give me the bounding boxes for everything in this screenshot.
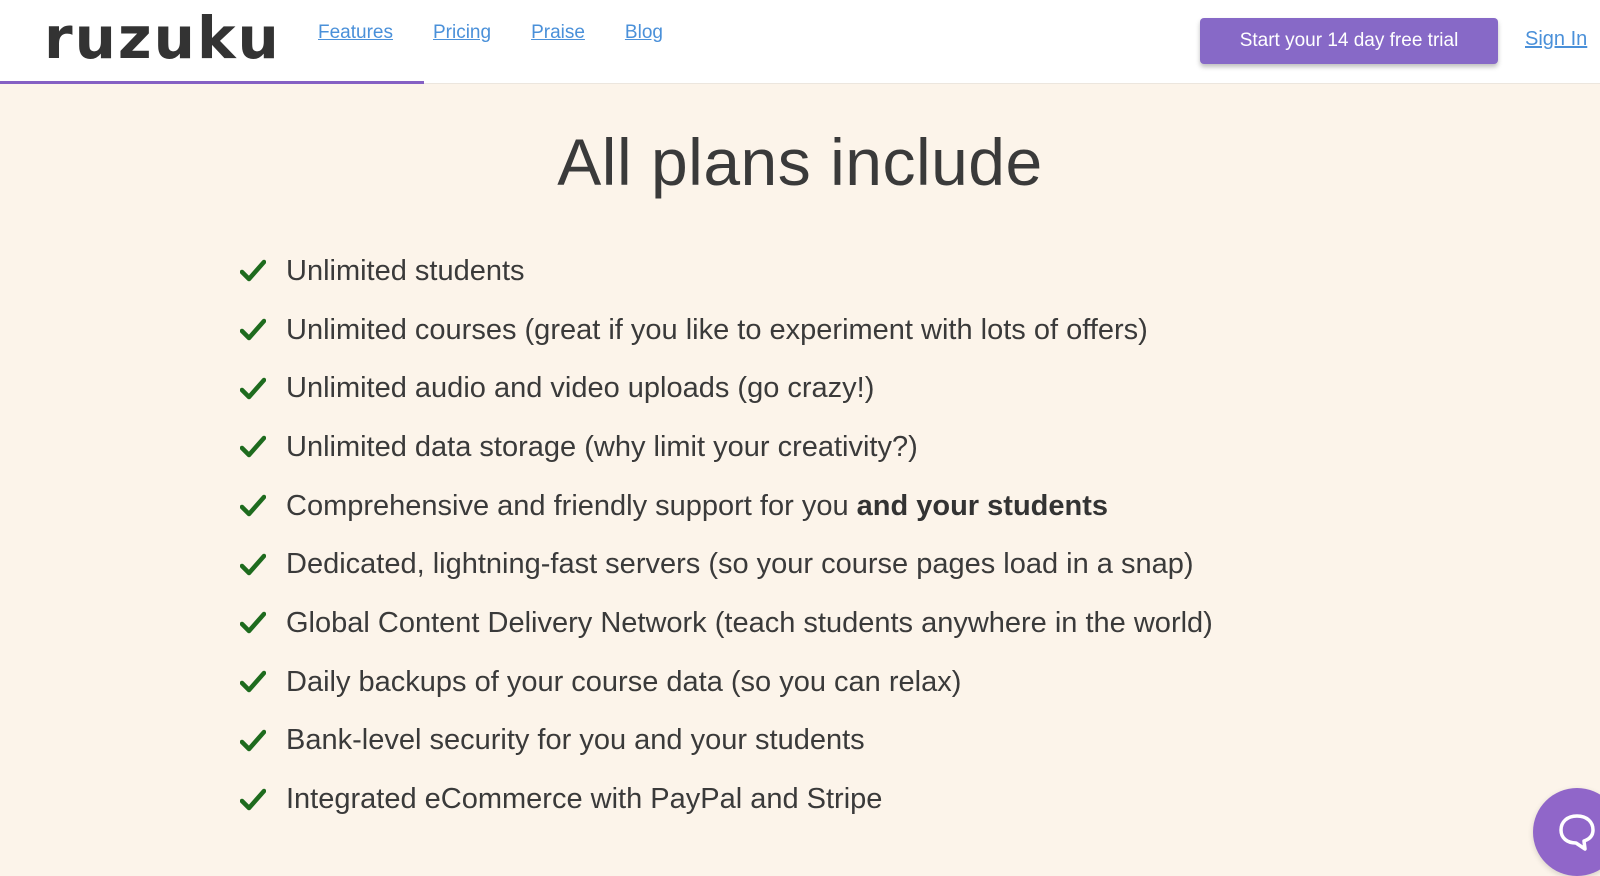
- feature-item: Daily backups of your course data (so yo…: [240, 653, 1213, 712]
- feature-text: Global Content Delivery Network (teach s…: [286, 606, 1213, 639]
- feature-item: Comprehensive and friendly support for y…: [240, 477, 1213, 536]
- feature-item: Global Content Delivery Network (teach s…: [240, 594, 1213, 653]
- feature-list: Unlimited students Unlimited courses (gre…: [240, 242, 1213, 829]
- checkmark-icon: [240, 553, 286, 577]
- feature-item: Unlimited students: [240, 242, 1213, 301]
- feature-text: Unlimited data storage (why limit your c…: [286, 430, 918, 463]
- feature-text: Integrated eCommerce with PayPal and Str…: [286, 783, 883, 816]
- checkmark-icon: [240, 377, 286, 401]
- feature-item: Bank-level security for you and your stu…: [240, 712, 1213, 771]
- checkmark-icon: [240, 670, 286, 694]
- feature-text: Comprehensive and friendly support for y…: [286, 489, 857, 522]
- checkmark-icon: [240, 788, 286, 812]
- main-nav: Features Pricing Praise Blog: [318, 22, 663, 44]
- checkmark-icon: [240, 318, 286, 342]
- chat-bubble-icon: [1559, 814, 1595, 851]
- feature-text: Unlimited courses (great if you like to …: [286, 313, 1148, 346]
- logo[interactable]: ruzuku: [44, 4, 281, 72]
- feature-text: Daily backups of your course data (so yo…: [286, 665, 962, 698]
- feature-text-emphasis: and your students: [856, 489, 1108, 522]
- feature-text: Unlimited audio and video uploads (go cr…: [286, 372, 875, 405]
- feature-text: Bank-level security for you and your stu…: [286, 724, 865, 757]
- scroll-progress-bar: [0, 81, 424, 84]
- feature-text: Dedicated, lightning-fast servers (so yo…: [286, 548, 1194, 581]
- checkmark-icon: [240, 259, 286, 283]
- page-title: All plans include: [557, 125, 1043, 199]
- feature-item: Unlimited courses (great if you like to …: [240, 301, 1213, 360]
- feature-item: Unlimited data storage (why limit your c…: [240, 418, 1213, 477]
- checkmark-icon: [240, 611, 286, 635]
- nav-link-pricing[interactable]: Pricing: [433, 22, 491, 44]
- feature-item: Integrated eCommerce with PayPal and Str…: [240, 770, 1213, 829]
- start-trial-button[interactable]: Start your 14 day free trial: [1200, 18, 1498, 64]
- site-header: ruzuku Features Pricing Praise Blog Star…: [0, 0, 1600, 84]
- checkmark-icon: [240, 494, 286, 518]
- feature-text: Unlimited students: [286, 254, 525, 287]
- feature-item: Unlimited audio and video uploads (go cr…: [240, 359, 1213, 418]
- feature-item: Dedicated, lightning-fast servers (so yo…: [240, 535, 1213, 594]
- nav-link-praise[interactable]: Praise: [531, 22, 585, 44]
- nav-link-features[interactable]: Features: [318, 22, 393, 44]
- chat-widget-button[interactable]: [1533, 788, 1600, 876]
- sign-in-link[interactable]: Sign In: [1525, 28, 1587, 51]
- nav-link-blog[interactable]: Blog: [625, 22, 663, 44]
- checkmark-icon: [240, 435, 286, 459]
- checkmark-icon: [240, 729, 286, 753]
